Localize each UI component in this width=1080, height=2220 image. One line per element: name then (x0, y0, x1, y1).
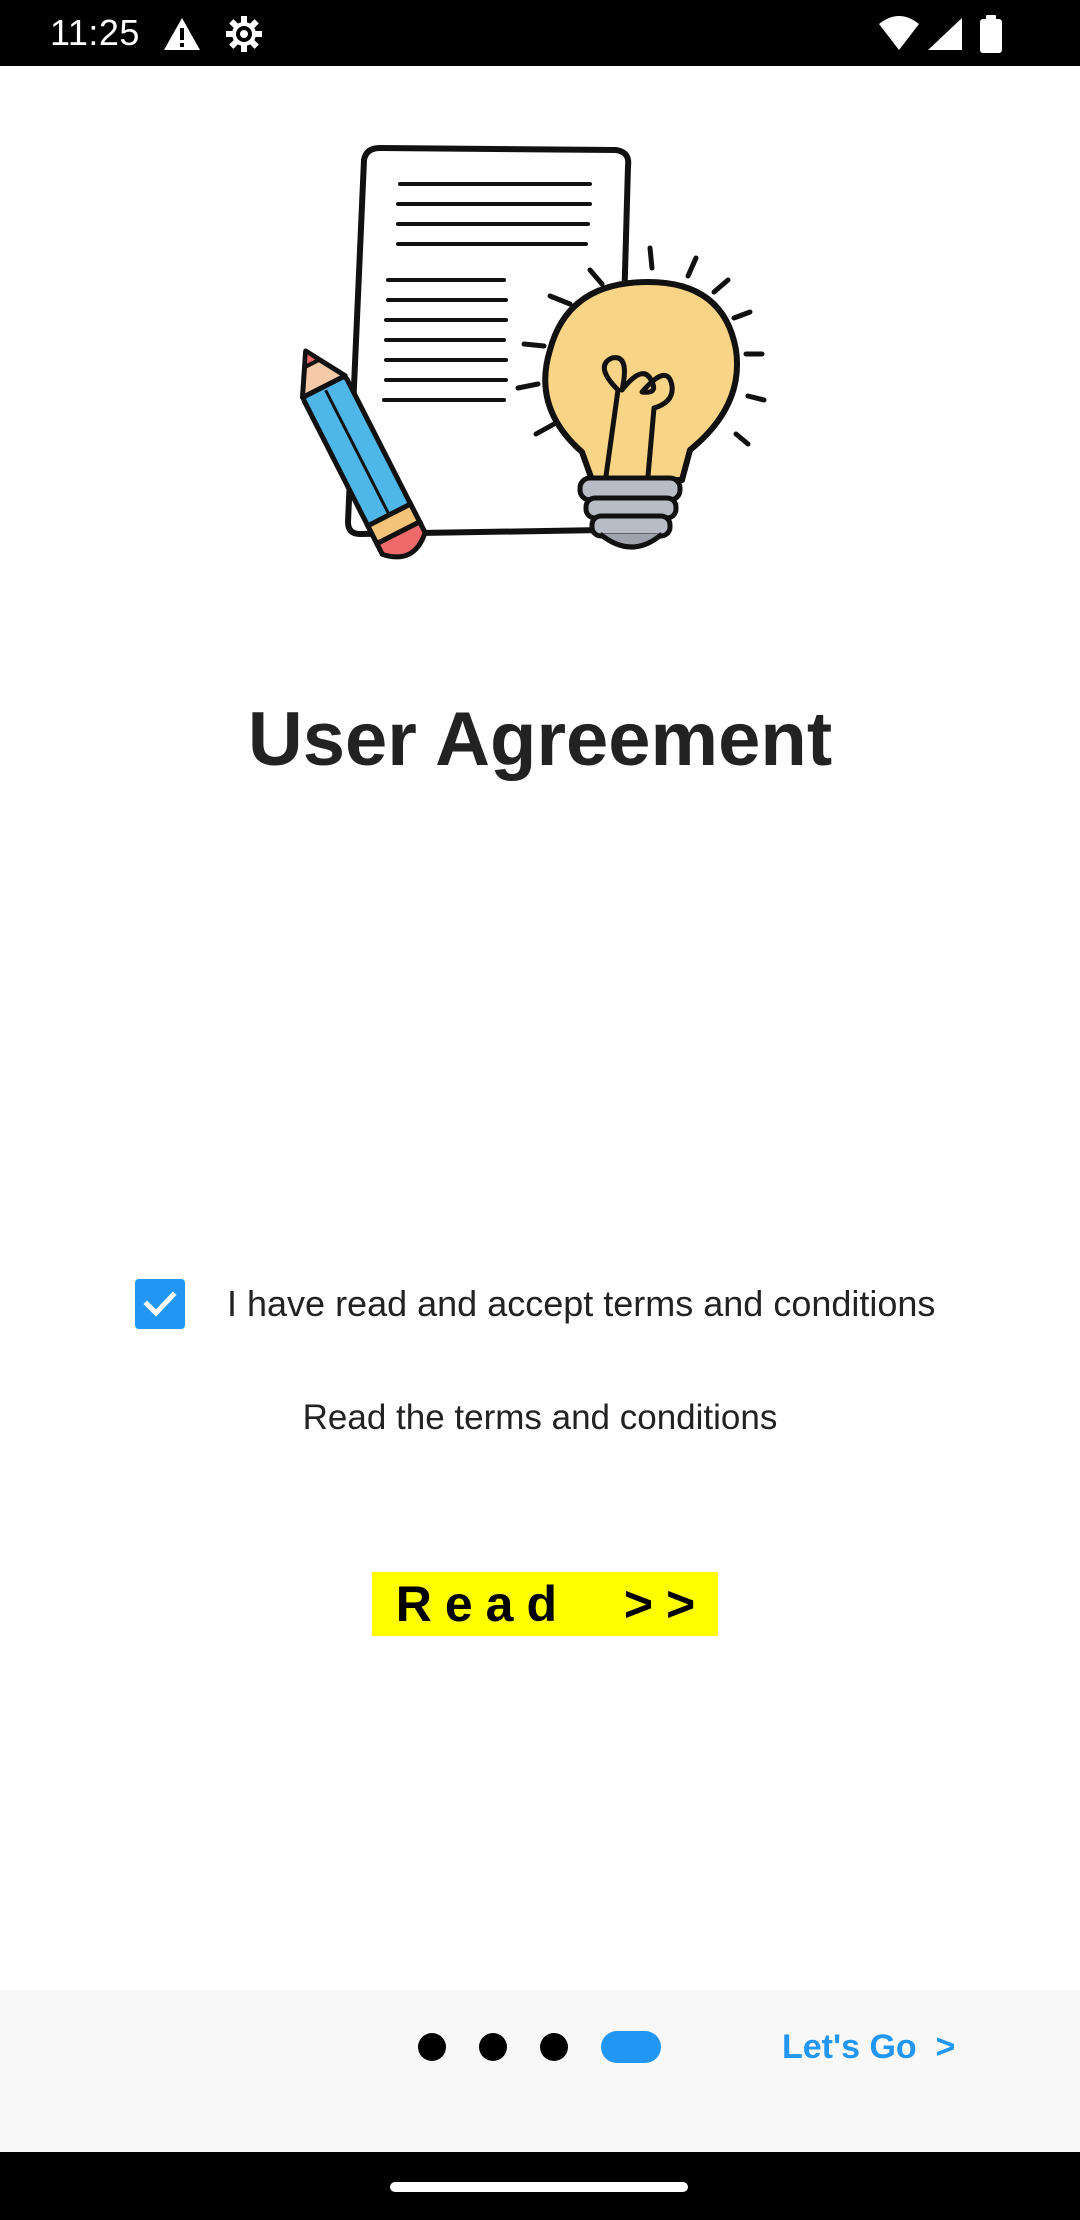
page-indicator-dot-2[interactable] (479, 2033, 507, 2061)
document-pencil-lightbulb-illustration (300, 140, 780, 580)
read-terms-button[interactable]: Read >> (372, 1572, 718, 1636)
accept-terms-checkbox[interactable] (135, 1279, 185, 1329)
status-time: 11:25 (50, 12, 140, 53)
wifi-icon (878, 14, 920, 54)
warning-icon (162, 14, 202, 54)
signal-icon (926, 14, 964, 54)
agreement-row: I have read and accept terms and conditi… (135, 1278, 935, 1330)
page-title: User Agreement (247, 697, 833, 782)
accept-terms-label[interactable]: I have read and accept terms and conditi… (227, 1278, 935, 1330)
home-gesture-handle[interactable] (390, 2182, 688, 2192)
user-agreement-screen: 11:25 User Agreement I have read and acc… (0, 0, 1080, 2220)
system-navigation-bar (0, 2152, 1080, 2220)
status-bar: 11:25 (0, 0, 1080, 66)
page-indicator-dot-1[interactable] (418, 2033, 446, 2061)
battery-icon (976, 14, 1006, 54)
onboarding-bottom-bar: Let's Go > (0, 1990, 1080, 2152)
page-indicator-dot-active[interactable] (601, 2031, 661, 2063)
settings-gear-icon (224, 14, 264, 54)
checkmark-icon (143, 1291, 177, 1317)
page-indicator (418, 2030, 661, 2064)
lets-go-button[interactable]: Let's Go > (782, 2020, 955, 2074)
page-indicator-dot-3[interactable] (540, 2033, 568, 2061)
read-terms-hint: Read the terms and conditions (302, 1398, 778, 1437)
